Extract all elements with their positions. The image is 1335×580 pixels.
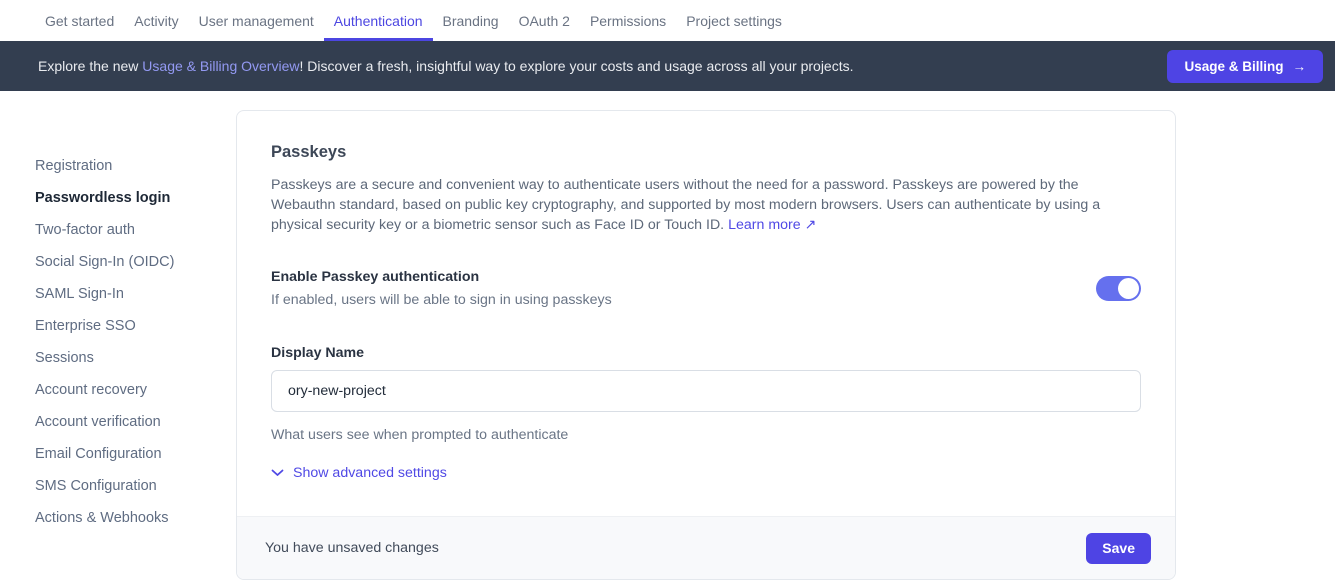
top-nav: Get started Activity User management Aut… (0, 0, 1335, 41)
banner-message: Explore the new Usage & Billing Overview… (38, 58, 1167, 74)
chevron-down-icon (271, 469, 284, 477)
tab-get-started[interactable]: Get started (35, 0, 124, 41)
sidebar-item-account-verification[interactable]: Account verification (35, 406, 236, 438)
tab-activity[interactable]: Activity (124, 0, 188, 41)
tab-branding[interactable]: Branding (433, 0, 509, 41)
sidebar-item-account-recovery[interactable]: Account recovery (35, 374, 236, 406)
tab-authentication[interactable]: Authentication (324, 0, 433, 41)
sidebar-item-social-sign-in[interactable]: Social Sign-In (OIDC) (35, 246, 236, 278)
sidebar-item-enterprise-sso[interactable]: Enterprise SSO (35, 310, 236, 342)
show-advanced-settings-label: Show advanced settings (293, 465, 447, 481)
show-advanced-settings-link[interactable]: Show advanced settings (271, 465, 447, 481)
display-name-field: Display Name What users see when prompte… (271, 345, 1141, 443)
announcement-banner: Explore the new Usage & Billing Overview… (0, 41, 1335, 91)
learn-more-label: Learn more (728, 217, 801, 233)
learn-more-link[interactable]: Learn more ↗ (728, 217, 816, 233)
unsaved-changes-status: You have unsaved changes (265, 540, 439, 556)
enable-passkey-row: Enable Passkey authentication If enabled… (271, 269, 1141, 308)
card-footer: You have unsaved changes Save (237, 516, 1175, 579)
passkeys-description-text: Passkeys are a secure and convenient way… (271, 177, 1100, 233)
tab-permissions[interactable]: Permissions (580, 0, 676, 41)
display-name-help: What users see when prompted to authenti… (271, 427, 1141, 443)
tab-project-settings[interactable]: Project settings (676, 0, 792, 41)
usage-billing-button-label: Usage & Billing (1184, 59, 1283, 74)
display-name-label: Display Name (271, 345, 1141, 361)
sidebar-item-saml-sign-in[interactable]: SAML Sign-In (35, 278, 236, 310)
enable-passkey-text: Enable Passkey authentication If enabled… (271, 269, 612, 308)
toggle-knob (1118, 278, 1139, 299)
usage-billing-overview-link[interactable]: Usage & Billing Overview (142, 58, 299, 74)
usage-billing-button[interactable]: Usage & Billing → (1167, 50, 1323, 83)
sidebar-item-sms-configuration[interactable]: SMS Configuration (35, 470, 236, 502)
save-button[interactable]: Save (1086, 533, 1151, 564)
passkeys-settings-card: Passkeys Passkeys are a secure and conve… (236, 110, 1176, 580)
enable-passkey-help: If enabled, users will be able to sign i… (271, 292, 612, 308)
sidebar-item-actions-webhooks[interactable]: Actions & Webhooks (35, 502, 236, 534)
arrow-right-icon: → (1293, 59, 1307, 74)
sidebar-item-email-configuration[interactable]: Email Configuration (35, 438, 236, 470)
enable-passkey-toggle[interactable] (1096, 276, 1141, 301)
sidebar-item-registration[interactable]: Registration (35, 150, 236, 182)
settings-sidebar: Registration Passwordless login Two-fact… (0, 91, 236, 534)
tab-oauth2[interactable]: OAuth 2 (509, 0, 580, 41)
external-link-icon: ↗ (805, 217, 817, 233)
tab-user-management[interactable]: User management (189, 0, 324, 41)
enable-passkey-label: Enable Passkey authentication (271, 269, 612, 285)
sidebar-item-passwordless-login[interactable]: Passwordless login (35, 182, 236, 214)
page-title: Passkeys (271, 143, 1141, 162)
passkeys-description: Passkeys are a secure and convenient way… (271, 175, 1141, 235)
sidebar-item-sessions[interactable]: Sessions (35, 342, 236, 374)
banner-text-after: ! Discover a fresh, insightful way to ex… (299, 58, 853, 74)
sidebar-item-two-factor-auth[interactable]: Two-factor auth (35, 214, 236, 246)
display-name-input[interactable] (271, 370, 1141, 412)
banner-text-before: Explore the new (38, 58, 142, 74)
